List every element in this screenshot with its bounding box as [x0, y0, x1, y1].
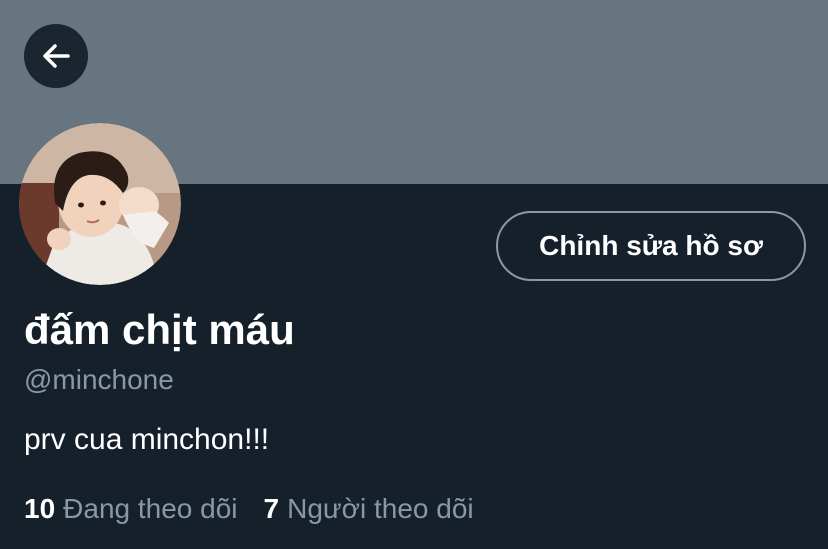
- back-button[interactable]: [24, 24, 88, 88]
- following-label: Đang theo dõi: [63, 493, 238, 524]
- followers-count: 7: [263, 493, 280, 524]
- avatar-photo: [19, 123, 181, 285]
- followers-stat[interactable]: 7 Người theo dõi: [264, 493, 474, 525]
- followers-label: Người theo dõi: [287, 493, 474, 524]
- edit-profile-button[interactable]: Chỉnh sửa hồ sơ: [496, 211, 806, 281]
- follow-stats: 10 Đang theo dõi 7 Người theo dõi: [24, 493, 474, 525]
- user-bio: prv cua minchon!!!: [24, 423, 270, 456]
- avatar[interactable]: [19, 123, 181, 285]
- display-name: đấm chịt máu: [24, 306, 295, 353]
- arrow-left-icon: [43, 44, 70, 68]
- user-handle: @minchone: [24, 364, 174, 395]
- following-count: 10: [24, 493, 56, 524]
- following-stat[interactable]: 10 Đang theo dõi: [24, 493, 238, 525]
